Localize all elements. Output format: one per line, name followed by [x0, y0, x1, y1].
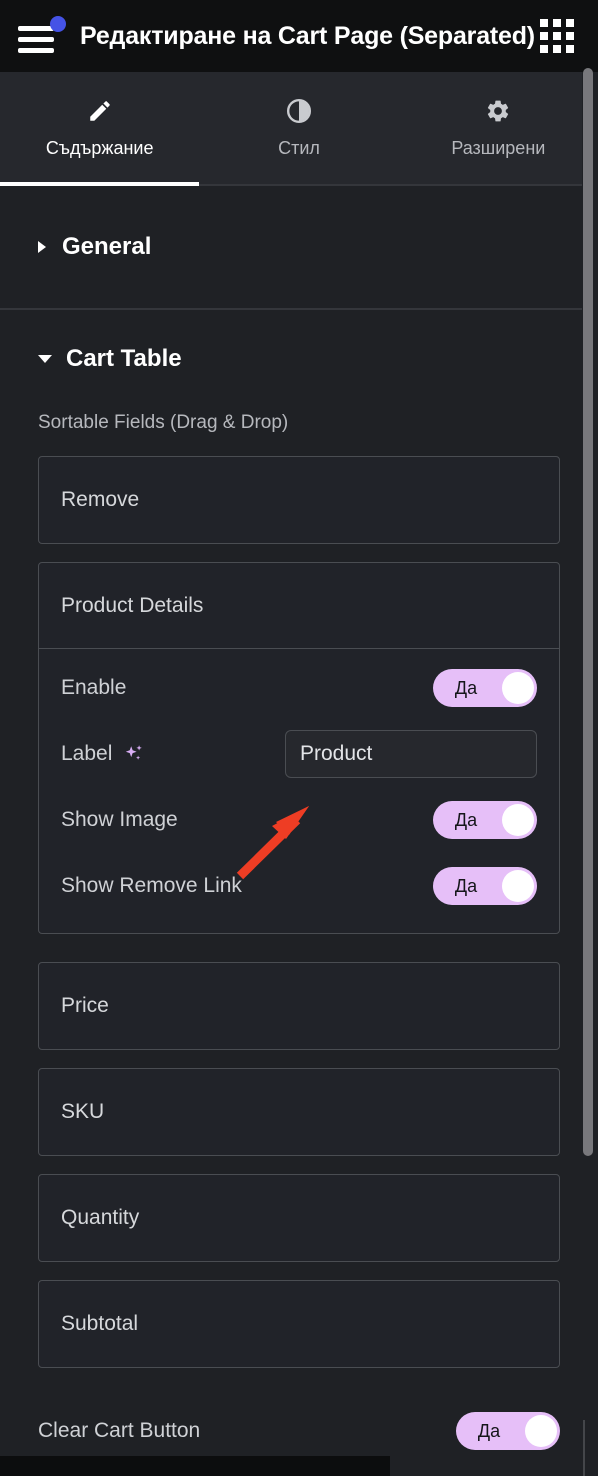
- grid-cell: [553, 45, 561, 53]
- sortable-field-price[interactable]: Price: [38, 962, 560, 1050]
- scrollbar-divider: [583, 1420, 585, 1476]
- enable-toggle[interactable]: Да: [433, 669, 537, 707]
- control-show-image: Show Image Да: [61, 787, 537, 853]
- grid-cell: [540, 45, 548, 53]
- hamburger-bar: [18, 36, 54, 42]
- grid-cell: [540, 32, 548, 40]
- notification-dot: [50, 16, 66, 32]
- toggle-value: Да: [454, 875, 478, 896]
- sortable-field-label: Price: [61, 994, 109, 1017]
- panel-scrollbar-thumb[interactable]: [583, 68, 593, 1156]
- pencil-icon: [87, 98, 113, 124]
- control-label-text: Label: [61, 742, 113, 765]
- toggle-knob: [502, 870, 534, 902]
- sparkle-ai-icon[interactable]: [122, 742, 146, 766]
- contrast-icon: [286, 98, 312, 124]
- toggle-knob: [502, 672, 534, 704]
- sortable-field-quantity[interactable]: Quantity: [38, 1174, 560, 1262]
- hamburger-menu-icon[interactable]: [18, 14, 66, 58]
- hamburger-bar: [18, 47, 54, 53]
- gear-icon: [485, 98, 511, 124]
- section-title: General: [62, 233, 152, 260]
- toggle-value: Да: [477, 1420, 501, 1441]
- tab-label: Разширени: [451, 137, 546, 158]
- control-label-field: Label: [61, 721, 537, 787]
- sortable-field-label: SKU: [61, 1100, 105, 1123]
- editor-topbar: Редактиране на Cart Page (Separated): [0, 0, 598, 72]
- show-remove-link-toggle[interactable]: Да: [433, 867, 537, 905]
- label-text-input[interactable]: [285, 730, 537, 778]
- grid-cell: [566, 45, 574, 53]
- grid-cell: [540, 19, 548, 27]
- sortable-field-label: Quantity: [61, 1206, 140, 1229]
- page-title: Редактиране на Cart Page (Separated): [80, 22, 535, 50]
- toggle-value: Да: [454, 809, 478, 830]
- sortable-field-product-details[interactable]: Product Details Enable Да Label Product …: [38, 562, 560, 934]
- clear-cart-button-toggle[interactable]: Да: [456, 1412, 560, 1450]
- grid-cell: [566, 32, 574, 40]
- toggle-value: Да: [454, 677, 478, 698]
- grid-cell: [553, 32, 561, 40]
- section-cart-table[interactable]: Cart Table: [0, 310, 598, 408]
- tab-label: Стил: [278, 137, 320, 158]
- bottom-bar: [0, 1456, 390, 1476]
- product-details-controls: Enable Да Label Product Show Image Да Sh…: [39, 649, 559, 933]
- elementor-editor-panel: Редактиране на Cart Page (Separated) Съд…: [0, 0, 598, 1476]
- sortable-field-label: Subtotal: [61, 1312, 139, 1335]
- control-label: Show Image: [61, 808, 178, 831]
- toggle-knob: [502, 804, 534, 836]
- cart-table-panel: Sortable Fields (Drag & Drop) Remove Pro…: [0, 408, 598, 1368]
- grid-cell: [566, 19, 574, 27]
- chevron-right-icon: [38, 241, 46, 253]
- sortable-field-sku[interactable]: SKU: [38, 1068, 560, 1156]
- tab-advanced[interactable]: Разширени: [399, 72, 598, 184]
- sortable-field-remove[interactable]: Remove: [38, 456, 560, 544]
- chevron-down-icon: [38, 355, 52, 363]
- apps-grid-icon[interactable]: [540, 19, 574, 53]
- tab-label: Съдържание: [45, 137, 154, 158]
- control-label: Enable: [61, 676, 127, 699]
- section-title: Cart Table: [66, 345, 182, 372]
- hamburger-bar: [18, 25, 54, 31]
- sortable-field-subtotal[interactable]: Subtotal: [38, 1280, 560, 1368]
- tab-style[interactable]: Стил: [199, 72, 398, 184]
- control-enable: Enable Да: [61, 655, 537, 721]
- control-label: Label: [61, 742, 146, 766]
- toggle-knob: [525, 1415, 557, 1447]
- control-show-remove-link: Show Remove Link Да: [61, 853, 537, 919]
- control-label: Clear Cart Button: [38, 1419, 201, 1442]
- section-general[interactable]: General: [0, 186, 598, 310]
- tab-content[interactable]: Съдържание: [0, 72, 200, 186]
- sortable-field-label: Product Details: [39, 563, 559, 649]
- control-label: Show Remove Link: [61, 874, 242, 897]
- control-clear-cart-button: Clear Cart Button Да: [0, 1386, 598, 1450]
- panel-tabs: Съдържание Стил Разширени: [0, 72, 598, 186]
- sortable-fields-caption: Sortable Fields (Drag & Drop): [38, 412, 289, 433]
- sortable-field-label: Remove: [61, 488, 140, 511]
- show-image-toggle[interactable]: Да: [433, 801, 537, 839]
- grid-cell: [553, 19, 561, 27]
